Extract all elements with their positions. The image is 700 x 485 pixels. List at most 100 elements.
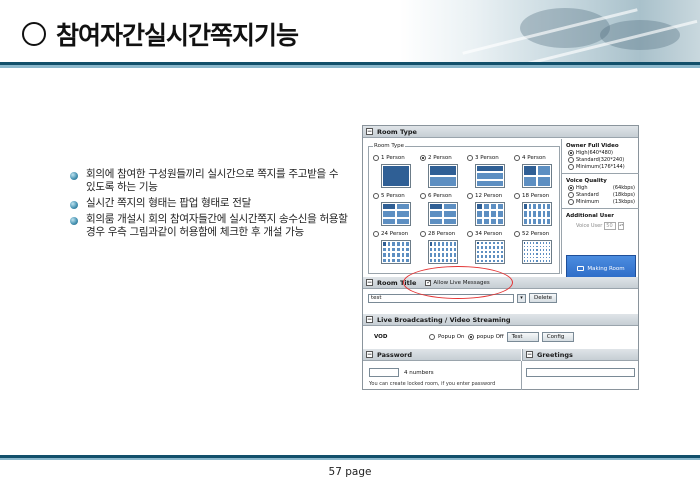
room-option-radio-row[interactable]: 6 Person (420, 193, 465, 199)
owner-video-option[interactable]: High(640*480) (568, 150, 639, 156)
room-option[interactable]: 4 Person (514, 155, 559, 190)
radio-icon[interactable] (420, 231, 426, 237)
bullet-text: 회의룸 개설시 회의 참여자들간에 실시간쪽지 송수신을 허용할 경우 우측 그… (86, 213, 348, 238)
radio-icon[interactable] (568, 185, 574, 191)
room-option[interactable]: 2 Person (420, 155, 465, 190)
slide-header: 참여자간실시간쪽지기능 (0, 0, 700, 62)
vod-row: VOD Popup On popup Off Test Config (368, 331, 638, 342)
layout-thumbnail-icon (475, 202, 505, 226)
room-option-radio-row[interactable]: 3 Person (467, 155, 512, 161)
greetings-input[interactable] (526, 368, 635, 377)
password-row: 4 numbers (369, 368, 434, 377)
room-option[interactable]: 34 Person (467, 231, 512, 266)
voice-quality-option[interactable]: Standard (18kbps) (568, 192, 639, 198)
owner-video-option[interactable]: Minimum(176*144) (568, 164, 639, 170)
layout-cell (476, 203, 483, 211)
room-option-radio-row[interactable]: 28 Person (420, 231, 465, 237)
layout-cell (405, 257, 410, 263)
layout-cell (500, 258, 504, 263)
password-input[interactable] (369, 368, 399, 377)
room-option-radio-row[interactable]: 2 Person (420, 155, 465, 161)
test-button[interactable]: Test (506, 331, 539, 342)
stepper-icon[interactable]: ▴▾ (618, 222, 625, 230)
room-option-radio-row[interactable]: 5 Person (373, 193, 418, 199)
collapse-icon[interactable]: − (366, 279, 373, 286)
collapse-icon[interactable]: − (526, 351, 533, 358)
room-option-radio-row[interactable]: 52 Person (514, 231, 559, 237)
room-option-radio-row[interactable]: 12 Person (467, 193, 512, 199)
layout-cell (476, 165, 504, 173)
radio-icon[interactable] (568, 164, 574, 170)
room-title-row: test ▾ Delete (368, 293, 638, 303)
radio-icon[interactable] (514, 193, 520, 199)
room-option[interactable]: 28 Person (420, 231, 465, 266)
radio-icon[interactable] (467, 333, 474, 340)
room-option[interactable]: 5 Person (373, 193, 418, 228)
room-option-radio-row[interactable]: 4 Person (514, 155, 559, 161)
layout-cell (443, 210, 457, 218)
room-type-header[interactable]: − Room Type (363, 126, 638, 138)
collapse-icon[interactable]: − (366, 128, 373, 135)
room-option[interactable]: 52 Person (514, 231, 559, 266)
voice-user-row: Voice User 50 ▴▾ (576, 222, 639, 230)
collapse-icon[interactable]: − (366, 351, 373, 358)
layout-cell (547, 259, 551, 263)
room-option[interactable]: 3 Person (467, 155, 512, 190)
live-broadcasting-header[interactable]: − Live Broadcasting / Video Streaming (363, 314, 638, 326)
voice-quality-option[interactable]: Minimum (13kbps) (568, 199, 639, 205)
radio-icon[interactable] (568, 157, 574, 163)
collapse-icon[interactable]: − (366, 316, 373, 323)
radio-icon[interactable] (514, 155, 520, 161)
room-type-group: Room Type 1 Person 2 Person 3 Person 4 Pers… (368, 143, 560, 274)
layout-cell (429, 210, 443, 218)
voice-quality-option[interactable]: High (64kbps) (568, 185, 639, 191)
config-button[interactable]: Config (541, 331, 574, 342)
radio-icon[interactable] (373, 155, 379, 161)
live-broadcasting-header-label: Live Broadcasting / Video Streaming (377, 315, 511, 324)
room-option-radio-row[interactable]: 1 Person (373, 155, 418, 161)
layout-cell (382, 217, 396, 225)
room-option-radio-row[interactable]: 24 Person (373, 231, 418, 237)
option-value: (13kbps) (612, 199, 635, 205)
room-option[interactable]: 1 Person (373, 155, 418, 190)
layout-cell (546, 203, 551, 211)
chevron-down-icon[interactable]: ▾ (517, 293, 526, 303)
option-label: High(640*480) (576, 150, 613, 156)
radio-icon[interactable] (467, 155, 473, 161)
radio-icon[interactable] (568, 199, 574, 205)
radio-icon[interactable] (373, 193, 379, 199)
layout-thumbnail-icon (381, 240, 411, 264)
layout-cell (490, 203, 497, 211)
bullet-text: 회의에 참여한 구성원들끼리 실시간으로 쪽지를 주고받을 수 있도록 하는 기… (86, 168, 339, 193)
room-option[interactable]: 6 Person (420, 193, 465, 228)
radio-icon[interactable] (420, 155, 426, 161)
radio-icon[interactable] (467, 193, 473, 199)
room-option-radio-row[interactable]: 18 Person (514, 193, 559, 199)
layout-cell (382, 210, 396, 218)
radio-icon[interactable] (429, 333, 435, 340)
room-type-group-label: Room Type (373, 143, 406, 149)
password-header-label: Password (377, 350, 413, 359)
radio-icon[interactable] (514, 231, 520, 237)
voice-user-input[interactable]: 50 (604, 222, 617, 230)
password-header[interactable]: − Password (363, 349, 521, 361)
header-decorative-photo (400, 0, 700, 62)
radio-icon[interactable] (373, 231, 379, 237)
room-option[interactable]: 24 Person (373, 231, 418, 266)
room-option[interactable]: 12 Person (467, 193, 512, 228)
radio-icon[interactable] (420, 193, 426, 199)
greetings-header[interactable]: − Greetings (522, 349, 638, 361)
layout-cell (490, 210, 497, 218)
radio-icon[interactable] (568, 150, 574, 156)
layout-cell (382, 203, 396, 211)
room-type-header-label: Room Type (377, 127, 417, 136)
footer-rule-light (0, 458, 700, 460)
room-option-radio-row[interactable]: 34 Person (467, 231, 512, 237)
radio-icon[interactable] (467, 231, 473, 237)
room-option[interactable]: 18 Person (514, 193, 559, 228)
radio-icon[interactable] (568, 192, 574, 198)
layout-cell (523, 165, 537, 176)
owner-video-option[interactable]: Standard(320*240) (568, 157, 639, 163)
layout-thumbnail-icon (475, 240, 505, 264)
delete-button[interactable]: Delete (529, 293, 558, 303)
